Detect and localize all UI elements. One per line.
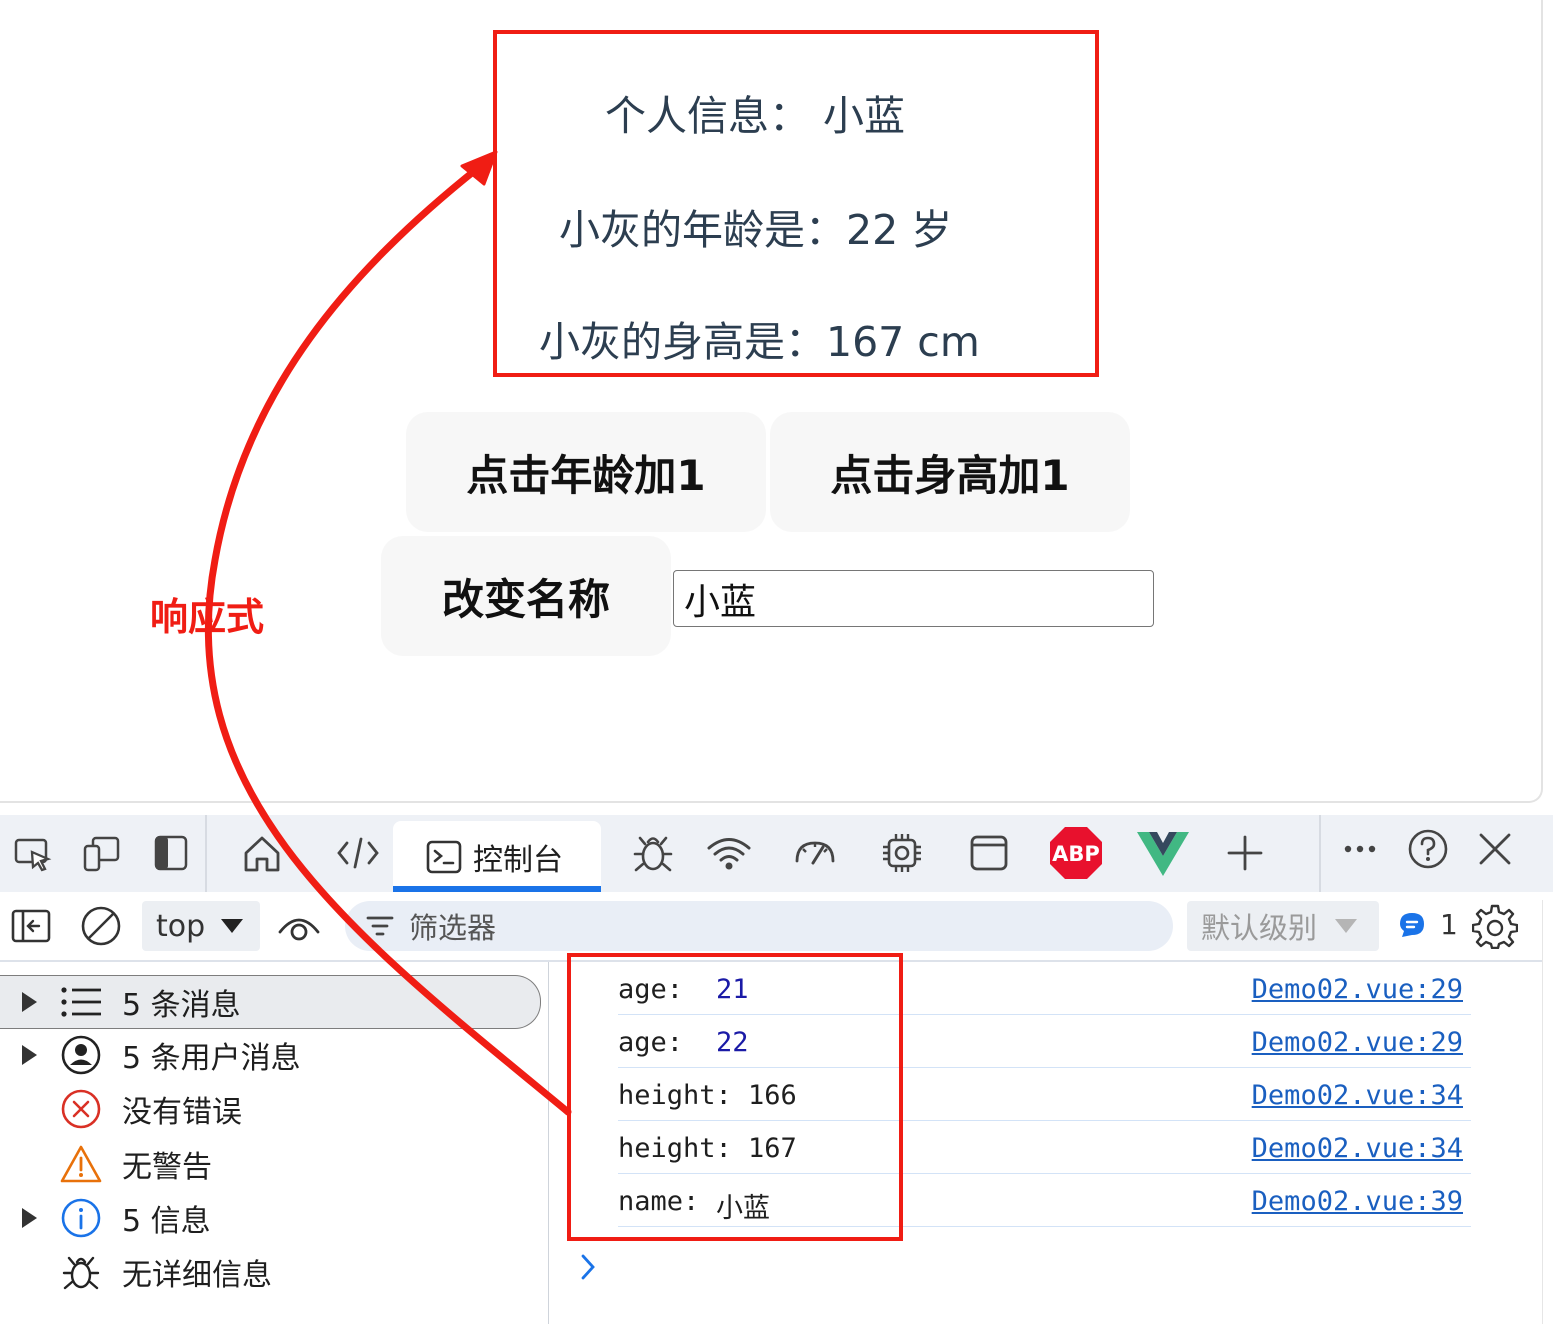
reactivity-label: 响应式	[150, 595, 265, 639]
sidebar-item-label: 没有错误	[122, 1095, 242, 1130]
more-menu-icon[interactable]	[1335, 823, 1385, 875]
context-select[interactable]: top	[142, 901, 260, 951]
info-height-line: 小灰的身高是：167 cm	[539, 318, 980, 366]
sidebar-item-info[interactable]: 5 信息	[0, 1192, 540, 1244]
filter-icon	[366, 916, 394, 936]
sidebar-item-verbose[interactable]: 无详细信息	[0, 1246, 540, 1298]
sidebar-item-label: 无警告	[122, 1150, 212, 1185]
change-name-button[interactable]: 改变名称	[381, 536, 671, 656]
name-input[interactable]	[673, 570, 1154, 627]
context-value: top	[156, 908, 206, 944]
info-name-line: 个人信息： 小蓝	[605, 92, 906, 140]
warning-icon	[58, 1141, 104, 1187]
adblock-plus-icon[interactable]: ABP	[1046, 827, 1106, 879]
log-level-value: 默认级别	[1201, 911, 1318, 945]
log-source-link[interactable]: Demo02.vue:39	[1252, 1186, 1463, 1217]
elements-icon[interactable]	[333, 827, 383, 879]
log-source-link[interactable]: Demo02.vue:29	[1252, 1027, 1463, 1058]
console-settings-gear-icon[interactable]	[1470, 900, 1520, 952]
chevron-down-icon	[221, 919, 244, 933]
issues-counter[interactable]: 1	[1398, 908, 1458, 941]
inspect-icon[interactable]	[8, 827, 58, 879]
svg-text:ABP: ABP	[1052, 842, 1100, 866]
personal-info-box: 个人信息： 小蓝 小灰的年龄是：22 岁 小灰的身高是：167 cm	[493, 30, 1099, 377]
tab-separator	[1319, 815, 1321, 892]
devtools-scrollbar[interactable]	[1542, 900, 1553, 1324]
chevron-down-icon	[1335, 919, 1358, 933]
expand-arrow-icon[interactable]	[22, 1045, 37, 1065]
console-icon	[425, 838, 463, 876]
more-tools-plus-icon[interactable]	[1220, 827, 1270, 879]
memory-chip-icon[interactable]	[877, 827, 927, 879]
sidebar-item-messages[interactable]: 5 条消息	[0, 975, 541, 1029]
sidebar-item-errors[interactable]: 没有错误	[0, 1083, 540, 1135]
error-icon	[58, 1086, 104, 1132]
log-source-link[interactable]: Demo02.vue:34	[1252, 1133, 1463, 1164]
sidebar-item-label: 5 条消息	[122, 988, 241, 1023]
tab-console[interactable]: 控制台	[393, 821, 601, 892]
help-icon[interactable]	[1403, 823, 1453, 875]
info-age-line: 小灰的年龄是：22 岁	[559, 206, 953, 254]
network-wifi-icon[interactable]	[704, 827, 754, 879]
list-icon	[58, 979, 104, 1025]
close-icon[interactable]	[1470, 823, 1520, 875]
performance-gauge-icon[interactable]	[790, 827, 840, 879]
issue-message-icon	[1400, 912, 1424, 937]
home-icon[interactable]	[237, 827, 287, 879]
sidebar-toggle-icon[interactable]	[6, 900, 56, 952]
filter-input[interactable]: 筛选器	[345, 901, 1173, 951]
sidebar-item-user-messages[interactable]: 5 条用户消息	[0, 1029, 540, 1081]
sidebar-item-label: 5 信息	[122, 1204, 211, 1239]
devtools-tab-bar: 控制台 ABP	[0, 815, 1553, 892]
page-viewport: 个人信息： 小蓝 小灰的年龄是：22 岁 小灰的身高是：167 cm 点击年龄加…	[0, 0, 1543, 803]
clear-console-icon[interactable]	[76, 900, 126, 952]
device-toolbar-icon[interactable]	[76, 827, 126, 879]
add-age-button[interactable]: 点击年龄加1	[406, 412, 766, 532]
sidebar-item-label: 5 条用户消息	[122, 1041, 301, 1076]
live-expression-eye-icon[interactable]	[274, 900, 324, 952]
console-prompt-chevron-icon[interactable]	[578, 1252, 598, 1286]
console-toolbar: top 筛选器 默认级别 1	[0, 892, 1553, 960]
tab-console-label: 控制台	[473, 842, 563, 878]
verbose-bug-icon	[58, 1249, 104, 1295]
console-sidebar: 5 条消息 5 条用户消息 没有错误 无警告 5 信息 无详细信息	[0, 962, 549, 1324]
log-level-select[interactable]: 默认级别	[1187, 901, 1379, 951]
expand-arrow-icon[interactable]	[22, 1208, 37, 1228]
user-icon	[58, 1032, 104, 1078]
vue-devtools-icon[interactable]	[1134, 827, 1192, 879]
expand-arrow-icon[interactable]	[22, 992, 37, 1012]
sidebar-item-warnings[interactable]: 无警告	[0, 1138, 540, 1190]
issue-count-value: 1	[1440, 908, 1458, 941]
dock-icon[interactable]	[146, 827, 196, 879]
log-source-link[interactable]: Demo02.vue:34	[1252, 1080, 1463, 1111]
tab-separator	[205, 815, 207, 892]
filter-placeholder: 筛选器	[409, 911, 497, 945]
log-source-link[interactable]: Demo02.vue:29	[1252, 974, 1463, 1005]
sidebar-item-label: 无详细信息	[122, 1258, 272, 1293]
console-highlight-box	[567, 953, 903, 1241]
add-height-button[interactable]: 点击身高加1	[770, 412, 1130, 532]
sources-bug-icon[interactable]	[628, 827, 678, 879]
info-icon	[58, 1195, 104, 1241]
application-window-icon[interactable]	[964, 827, 1014, 879]
